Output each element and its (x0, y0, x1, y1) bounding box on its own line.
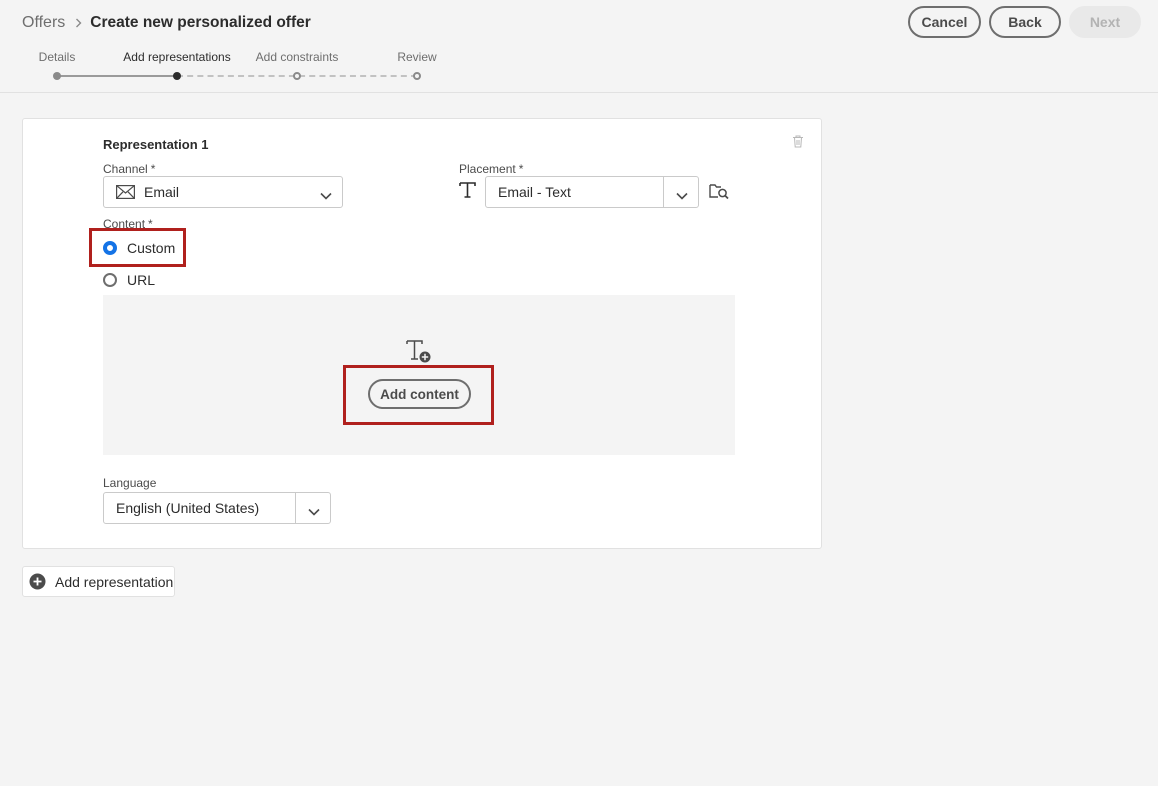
highlight-box-add-content (343, 365, 494, 425)
step-connector-done (57, 75, 177, 77)
channel-label-text: Channel (103, 162, 148, 176)
next-button[interactable]: Next (1069, 6, 1141, 38)
step-marker-details (53, 72, 61, 80)
representation-card: Representation 1 Channel * Email Placemen… (22, 118, 822, 549)
required-asterisk: * (518, 162, 524, 176)
progress-stepper: Details Add representations Add constrai… (0, 48, 460, 84)
step-marker-add-constraints (293, 72, 301, 80)
add-circle-icon (29, 573, 46, 590)
radio-url[interactable]: URL (103, 272, 155, 288)
chevron-down-icon (676, 187, 688, 205)
trash-icon[interactable] (792, 135, 804, 153)
placement-value: Email - Text (498, 184, 571, 200)
step-label-details: Details (38, 50, 76, 64)
language-dropdown[interactable]: English (United States) (103, 492, 331, 524)
cancel-button[interactable]: Cancel (908, 6, 981, 38)
chevron-down-icon (320, 187, 332, 205)
browse-placements-icon[interactable] (709, 182, 729, 205)
step-marker-add-representations (173, 72, 181, 80)
chevron-right-icon (75, 18, 82, 28)
placement-label: Placement * (459, 162, 523, 176)
placement-label-text: Placement (459, 162, 516, 176)
highlight-box-custom (89, 228, 186, 267)
required-asterisk: * (150, 162, 156, 176)
language-label: Language (103, 476, 157, 490)
radio-url-control[interactable] (103, 273, 117, 287)
step-marker-review (413, 72, 421, 80)
breadcrumb: Offers Create new personalized offer (22, 13, 311, 33)
add-representation-label: Add representation (55, 573, 174, 590)
step-label-add-constraints: Add constraints (255, 50, 339, 64)
mail-icon (116, 185, 135, 199)
text-type-icon (459, 182, 476, 203)
radio-url-label: URL (127, 272, 156, 288)
step-label-add-representations: Add representations (123, 50, 231, 64)
language-value: English (United States) (116, 500, 260, 516)
placement-dropdown[interactable]: Email - Text (485, 176, 699, 208)
add-representation-button[interactable]: Add representation (22, 566, 175, 597)
dropdown-divider (295, 493, 296, 523)
page-header: Offers Create new personalized offer Can… (0, 0, 1158, 93)
chevron-down-icon (308, 503, 320, 521)
channel-value: Email (144, 184, 180, 200)
dropdown-divider (663, 177, 664, 207)
representation-title: Representation 1 (103, 137, 209, 152)
step-label-review: Review (397, 50, 437, 64)
back-button[interactable]: Back (989, 6, 1061, 38)
channel-dropdown[interactable]: Email (103, 176, 343, 208)
page-title: Create new personalized offer (90, 14, 311, 31)
breadcrumb-offers-link[interactable]: Offers (22, 14, 65, 32)
channel-label: Channel * (103, 162, 155, 176)
